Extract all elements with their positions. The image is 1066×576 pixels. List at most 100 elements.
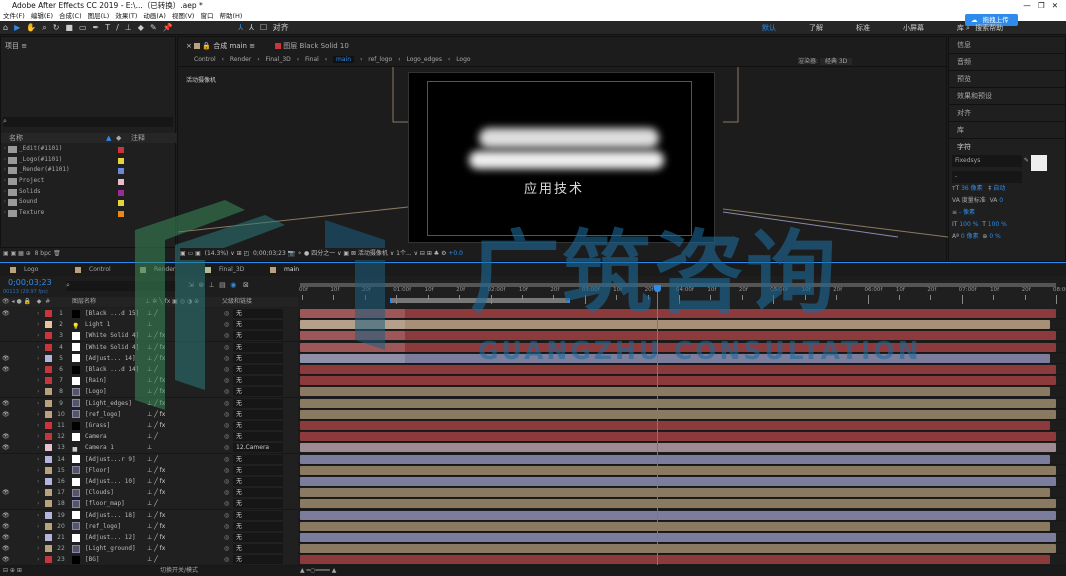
layer-duration-bar[interactable] bbox=[300, 544, 1056, 554]
pickwhip-icon[interactable]: ◎ bbox=[224, 409, 229, 420]
exposure-value[interactable]: +0.0 bbox=[448, 250, 463, 257]
expand-arrow-icon[interactable]: › bbox=[37, 386, 39, 397]
breadcrumb-item[interactable]: Logo_edges bbox=[406, 56, 442, 63]
expand-arrow-icon[interactable]: › bbox=[37, 510, 39, 521]
expand-arrow-icon[interactable]: › bbox=[37, 375, 39, 386]
layer-switches[interactable]: ⊥ ╱ fx bbox=[147, 543, 165, 554]
expand-arrow-icon[interactable]: › bbox=[37, 521, 39, 532]
label-swatch[interactable] bbox=[118, 168, 124, 175]
col-layer-name[interactable]: 图层名称 bbox=[72, 297, 96, 307]
project-item[interactable]: › Texture bbox=[1, 208, 177, 219]
layer-label-color[interactable] bbox=[45, 377, 52, 385]
playhead[interactable] bbox=[654, 285, 662, 565]
views-select[interactable]: 1个... bbox=[396, 250, 412, 257]
layer-label-color[interactable] bbox=[45, 545, 52, 553]
layer-name[interactable]: [Adjust...r 9] bbox=[85, 454, 136, 465]
menu-item[interactable]: 合成(C) bbox=[59, 12, 82, 20]
parent-select[interactable]: 无 bbox=[233, 320, 283, 330]
layer-label-color[interactable] bbox=[45, 478, 52, 485]
text-tool-icon[interactable]: T bbox=[105, 21, 110, 35]
layer-row[interactable]: › 11 [Grass] ⊥ ╱ fx ◎ 无 bbox=[0, 420, 1066, 432]
pickwhip-icon[interactable]: ◎ bbox=[224, 398, 229, 409]
pickwhip-icon[interactable]: ◎ bbox=[224, 386, 229, 397]
toggle-modes-button[interactable]: 切换开关/模式 bbox=[160, 566, 198, 576]
layer-row[interactable]: 👁 › 5 [Adjust... 14] ⊥ ╱ fx ◎ 无 bbox=[0, 352, 1066, 364]
parent-select[interactable]: 无 bbox=[233, 342, 283, 352]
comp-canvas[interactable]: 应用技术 bbox=[408, 72, 715, 243]
layer-row[interactable]: 👁 › 22 [Light_ground] ⊥ ╱ fx ◎ 无 bbox=[0, 543, 1066, 555]
layer-switches[interactable]: ⊥ ╱ bbox=[147, 554, 158, 565]
tracking[interactable]: 0 bbox=[999, 197, 1003, 204]
layer-duration-bar[interactable] bbox=[300, 387, 1050, 397]
layer-name[interactable]: Camera bbox=[85, 431, 107, 442]
comp-tab[interactable]: × 🔒 合成 main ≡ bbox=[186, 41, 255, 51]
breadcrumb-item[interactable]: Render bbox=[230, 56, 251, 63]
parent-select[interactable]: 无 bbox=[233, 544, 283, 554]
layer-name[interactable]: [White Solid 4] bbox=[85, 342, 139, 353]
visibility-eye-icon[interactable]: 👁 bbox=[2, 409, 10, 420]
layer-label-color[interactable] bbox=[45, 410, 52, 418]
layer-name[interactable]: [Light_edges] bbox=[85, 398, 132, 409]
layer-switches[interactable]: ⊥ ╱ fx bbox=[147, 386, 165, 397]
expand-arrow-icon[interactable]: › bbox=[37, 342, 39, 353]
label-swatch[interactable] bbox=[118, 157, 124, 164]
help-search[interactable]: ⌕ 搜索帮助 bbox=[966, 21, 1006, 35]
horizontal-scale[interactable]: 100 % bbox=[988, 221, 1007, 228]
layer-row[interactable]: › 4 [White Solid 4] ⊥ ╱ fx ◎ 无 bbox=[0, 341, 1066, 353]
layer-switches[interactable]: ⊥ ╱ bbox=[147, 454, 158, 465]
pickwhip-icon[interactable]: ◎ bbox=[224, 476, 229, 487]
pickwhip-icon[interactable]: ◎ bbox=[224, 342, 229, 353]
layer-row[interactable]: 👁 › 19 [Adjust... 18] ⊥ ╱ fx ◎ 无 bbox=[0, 509, 1066, 521]
layer-name[interactable]: [Black ...d 15] bbox=[85, 308, 139, 319]
sort-icon[interactable]: ▲ bbox=[106, 133, 111, 143]
visibility-eye-icon[interactable]: 👁 bbox=[2, 398, 10, 409]
vertical-scale[interactable]: 100 % bbox=[959, 221, 978, 228]
layer-switches[interactable]: ⊥ ╱ bbox=[147, 364, 158, 375]
tsume[interactable]: 0 % bbox=[989, 233, 1000, 240]
layer-label-color[interactable] bbox=[45, 455, 52, 463]
timeline-tab[interactable]: main bbox=[270, 265, 299, 275]
home-icon[interactable]: ⌂ bbox=[3, 21, 8, 35]
layer-name[interactable]: [Rain] bbox=[85, 375, 107, 386]
parent-select[interactable]: 无 bbox=[233, 465, 283, 475]
visibility-eye-icon[interactable]: 👁 bbox=[2, 487, 10, 498]
menu-item[interactable]: 视图(V) bbox=[172, 12, 195, 20]
label-swatch[interactable] bbox=[118, 179, 124, 186]
layer-row[interactable]: › 8 [Logo] ⊥ ╱ fx ◎ 无 bbox=[0, 386, 1066, 398]
layer-duration-bar[interactable] bbox=[300, 432, 1056, 442]
parent-select[interactable]: 无 bbox=[233, 454, 283, 464]
expand-arrow-icon[interactable]: › bbox=[37, 554, 39, 565]
parent-select[interactable]: 12.Camera bbox=[233, 443, 283, 453]
breadcrumb-item[interactable]: Control bbox=[194, 56, 216, 63]
layer-name[interactable]: [Light_ground] bbox=[85, 543, 136, 554]
layer-duration-bar[interactable] bbox=[300, 533, 1056, 542]
roto-tool-icon[interactable]: ✎ bbox=[150, 21, 157, 35]
pickwhip-icon[interactable]: ◎ bbox=[224, 521, 229, 532]
layer-label-color[interactable] bbox=[45, 366, 52, 373]
layer-duration-bar[interactable] bbox=[300, 454, 1050, 464]
menu-item[interactable]: 窗口 bbox=[200, 12, 213, 20]
timeline-timecode[interactable]: 0;00;03;23 bbox=[8, 278, 52, 287]
layer-row[interactable]: 👁 › 12 Camera ⊥ ╱ ◎ 无 bbox=[0, 431, 1066, 443]
layer-search-input[interactable]: ⌕ bbox=[66, 281, 176, 291]
layer-row[interactable]: › 16 [Adjust... 10] ⊥ ╱ fx ◎ 无 bbox=[0, 476, 1066, 488]
layer-row[interactable]: 👁 › 23 [BG] ⊥ ╱ ◎ 无 bbox=[0, 554, 1066, 566]
label-swatch[interactable] bbox=[118, 189, 124, 196]
expand-arrow-icon[interactable]: › bbox=[37, 319, 39, 330]
viewer-timecode[interactable]: 0;00;03;23 bbox=[253, 250, 286, 257]
pickwhip-icon[interactable]: ◎ bbox=[224, 420, 229, 431]
layer-switches[interactable]: ⊥ ╱ fx bbox=[147, 420, 165, 431]
expand-arrow-icon[interactable]: › bbox=[37, 330, 39, 341]
pickwhip-icon[interactable]: ◎ bbox=[224, 319, 229, 330]
time-ruler[interactable] bbox=[298, 280, 1058, 308]
pickwhip-icon[interactable]: ◎ bbox=[224, 442, 229, 453]
parent-select[interactable]: 无 bbox=[233, 432, 283, 442]
layer-switches[interactable]: ⊥ ╱ bbox=[147, 498, 158, 509]
menu-item[interactable]: 文件(F) bbox=[3, 12, 25, 20]
layer-label-color[interactable] bbox=[45, 388, 52, 396]
workspace-tab[interactable]: 了解 bbox=[809, 21, 823, 35]
layer-duration-bar[interactable] bbox=[300, 510, 1056, 520]
pickwhip-icon[interactable]: ◎ bbox=[224, 510, 229, 521]
layer-switches[interactable]: ⊥ ╱ fx bbox=[147, 398, 165, 409]
layer-tab[interactable]: 图层 Black Solid 10 bbox=[275, 41, 349, 51]
